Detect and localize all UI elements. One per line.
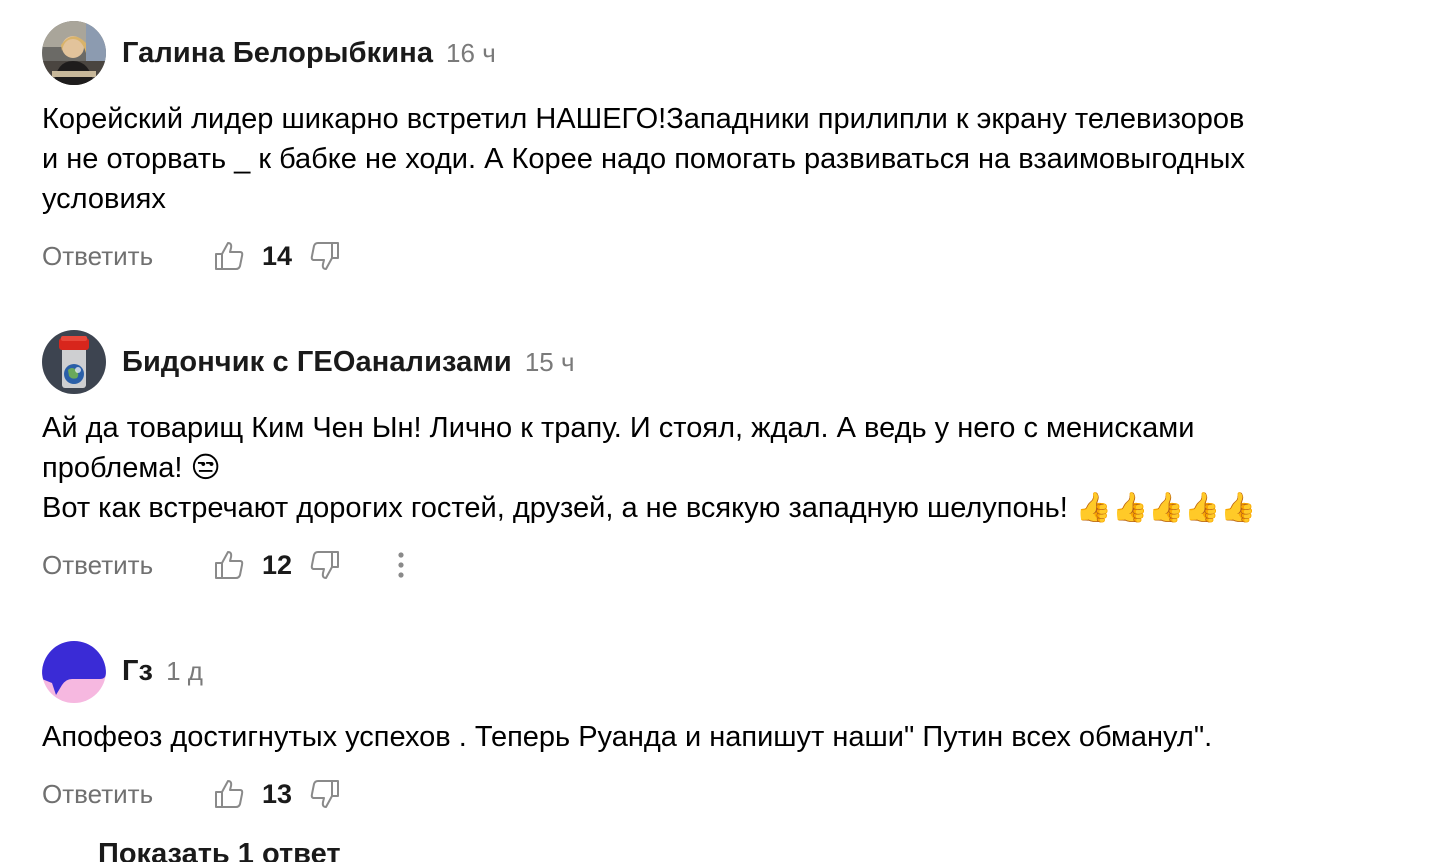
comment-header: Гз 1 д xyxy=(42,639,1426,703)
comment: Галина Белорыбкина 16 ч Корейский лидер … xyxy=(42,21,1426,276)
thumb-down-icon[interactable] xyxy=(308,777,342,811)
thumb-down-icon[interactable] xyxy=(308,548,342,582)
comment: Бидончик с ГЕОанализами 15 ч Ай да товар… xyxy=(42,330,1426,585)
avatar[interactable] xyxy=(42,330,106,394)
like-count: 12 xyxy=(261,549,293,580)
thumb-up-icon[interactable] xyxy=(212,777,246,811)
thumb-up-icon[interactable] xyxy=(212,548,246,582)
comment-header: Галина Белорыбкина 16 ч xyxy=(42,21,1426,85)
thumb-down-icon[interactable] xyxy=(308,239,342,273)
more-vertical-icon[interactable] xyxy=(384,548,418,582)
avatar[interactable] xyxy=(42,21,106,85)
comment-time: 15 ч xyxy=(524,346,575,377)
thumb-up-icon[interactable] xyxy=(212,239,246,273)
like-count: 14 xyxy=(261,240,293,271)
show-replies-label[interactable]: Показать 1 ответ xyxy=(98,838,341,862)
author-name[interactable]: Гз xyxy=(122,655,153,688)
comment-time: 1 д xyxy=(166,655,203,686)
comment-actions: Ответить 12 xyxy=(42,545,1426,585)
comment-actions: Ответить 13 xyxy=(42,774,1426,814)
author-name[interactable]: Бидончик с ГЕОанализами xyxy=(122,346,512,379)
like-count: 13 xyxy=(261,778,293,809)
reply-button[interactable]: Ответить xyxy=(42,779,212,810)
author-name[interactable]: Галина Белорыбкина xyxy=(122,37,433,70)
comment-text: Ай да товарищ Ким Чен Ын! Лично к трапу.… xyxy=(42,412,1257,524)
comment-time: 16 ч xyxy=(446,37,496,68)
reply-button[interactable]: Ответить xyxy=(42,550,212,581)
comment-text: Корейский лидер шикарно встретил НАШЕГО!… xyxy=(42,103,1245,215)
comment: Гз 1 д Апофеоз достигнутых успехов . Теп… xyxy=(42,639,1426,814)
show-replies-button[interactable]: Показать 1 ответ xyxy=(42,838,341,862)
comment-text: Апофеоз достигнутых успехов . Теперь Руа… xyxy=(42,721,1213,753)
comment-header: Бидончик с ГЕОанализами 15 ч xyxy=(42,330,1426,394)
reply-button[interactable]: Ответить xyxy=(42,241,212,272)
avatar[interactable] xyxy=(42,639,106,703)
comment-actions: Ответить 14 xyxy=(42,236,1426,276)
